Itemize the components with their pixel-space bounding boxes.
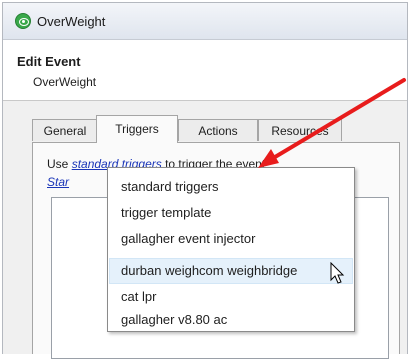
header-title: Edit Event [17, 54, 81, 69]
dropdown-item-trigger-template[interactable]: trigger template [109, 200, 353, 226]
eye-icon [15, 13, 31, 29]
dialog-header: Edit Event OverWeight [3, 40, 407, 101]
dropdown-item-durban-weighcom-weighbridge[interactable]: durban weighcom weighbridge [109, 258, 353, 284]
dropdown-item-gallagher-event-injector[interactable]: gallagher event injector [109, 226, 353, 252]
header-subtitle: OverWeight [33, 75, 97, 89]
tab-actions[interactable]: Actions [178, 119, 258, 141]
tab-general[interactable]: General [32, 119, 98, 141]
dropdown-item-standard-triggers[interactable]: standard triggers [109, 174, 353, 200]
start-link-row: Star [47, 175, 69, 189]
title-bar: OverWeight [3, 3, 407, 40]
start-link[interactable]: Star [47, 175, 69, 189]
trigger-type-dropdown: standard triggers trigger template galla… [107, 167, 355, 332]
dropdown-item-gallagher-v880-ac[interactable]: gallagher v8.80 ac [109, 307, 353, 333]
window-title: OverWeight [37, 14, 106, 29]
mouse-pointer-icon [330, 262, 345, 284]
tab-resources[interactable]: Resources [258, 119, 342, 141]
tab-triggers[interactable]: Triggers [96, 115, 178, 143]
trigger-prefix: Use [47, 157, 69, 171]
